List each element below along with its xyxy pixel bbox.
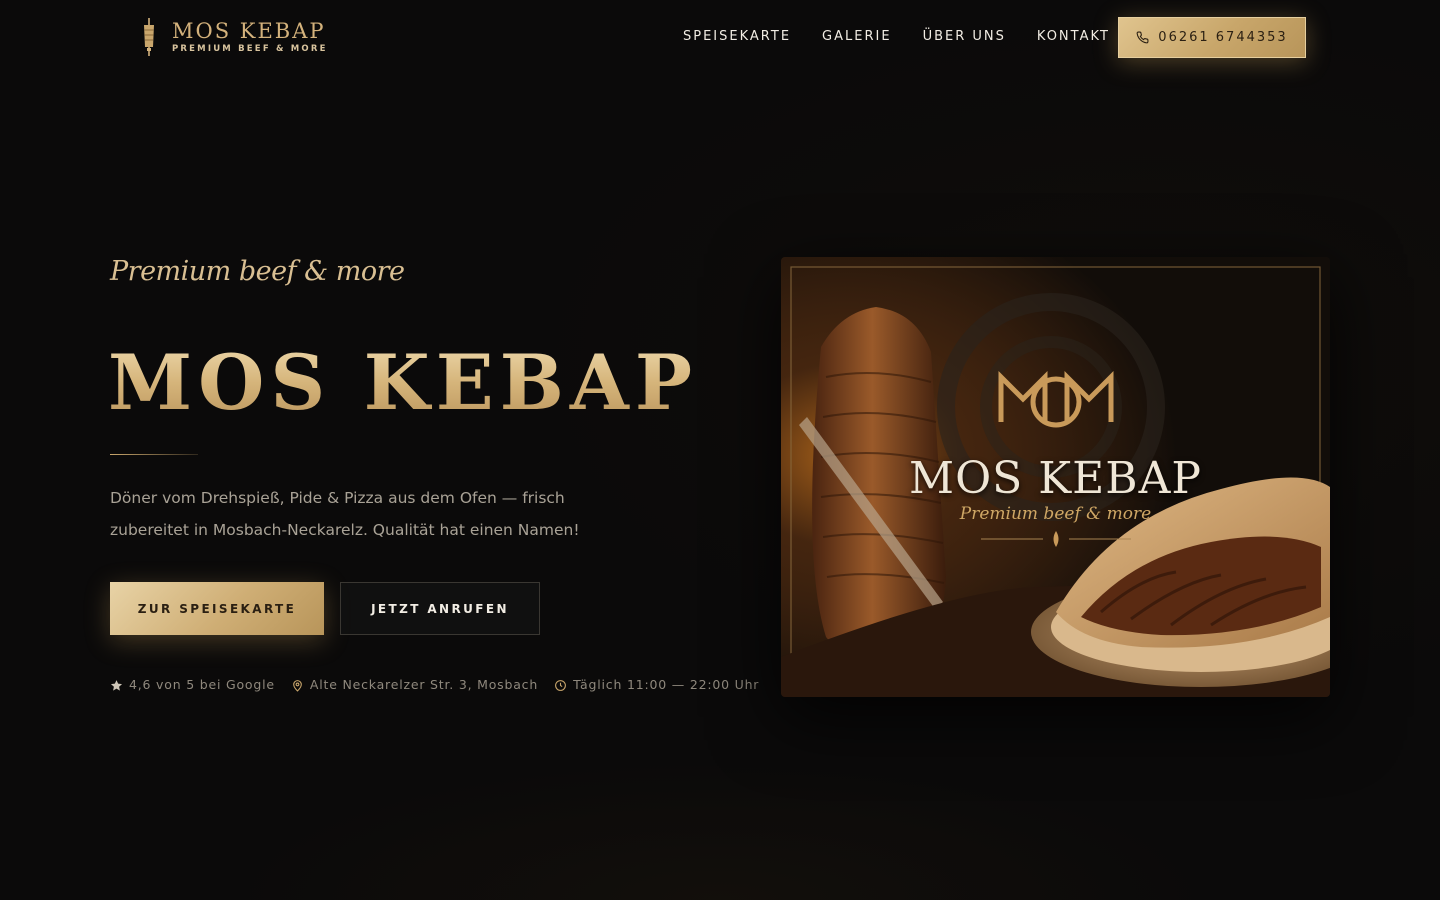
image-brand-title: MOS KEBAP [909,453,1202,504]
brand-name: MOS KEBAP [172,19,326,43]
nav-item-galerie[interactable]: GALERIE [822,28,892,46]
hero-divider [110,454,198,455]
hero-tagline: Premium beef & more [110,256,405,287]
hours-text: Täglich 11:00 — 22:00 Uhr [573,677,760,692]
brand-logo[interactable]: MOS KEBAP PREMIUM BEEF & MORE [140,16,328,58]
hero-description: Döner vom Drehspieß, Pide & Pizza aus de… [110,489,580,539]
address-info[interactable]: Alte Neckarelzer Str. 3, Mosbach [291,676,538,694]
clock-icon [555,679,566,691]
menu-cta-button[interactable]: ZUR SPEISEKARTE [110,582,324,635]
nav-item-ueber-uns[interactable]: ÜBER UNS [923,28,1006,46]
hours-info: Täglich 11:00 — 22:00 Uhr [554,676,759,694]
hero-image: MOS KEBAP Premium beef & more [781,257,1330,697]
phone-icon [1136,31,1149,44]
site-header: MOS KEBAP PREMIUM BEEF & MORE SPEISEKART… [0,0,1440,80]
address-text: Alte Neckarelzer Str. 3, Mosbach [309,677,539,692]
brand-subtitle: PREMIUM BEEF & MORE [172,44,328,54]
hero-title: MOS KEBAP [108,338,699,427]
doner-skewer-icon [144,18,154,56]
hero-meta: 4,6 von 5 bei Google Alte Neckarelzer St… [110,676,759,694]
call-now-button[interactable]: JETZT ANRUFEN [340,582,540,635]
star-icon [110,679,123,691]
rating-text: 4,6 von 5 bei Google [129,677,275,692]
main-nav: SPEISEKARTE GALERIE ÜBER UNS KONTAKT [683,28,1110,46]
image-brand-subtitle: Premium beef & more [959,504,1152,524]
phone-button[interactable]: 06261 6744353 [1118,17,1306,58]
rating-info: 4,6 von 5 bei Google [110,676,275,694]
map-pin-icon [293,679,302,692]
phone-number: 06261 6744353 [1158,30,1288,45]
nav-item-speisekarte[interactable]: SPEISEKARTE [683,28,791,46]
nav-item-kontakt[interactable]: KONTAKT [1037,28,1110,46]
